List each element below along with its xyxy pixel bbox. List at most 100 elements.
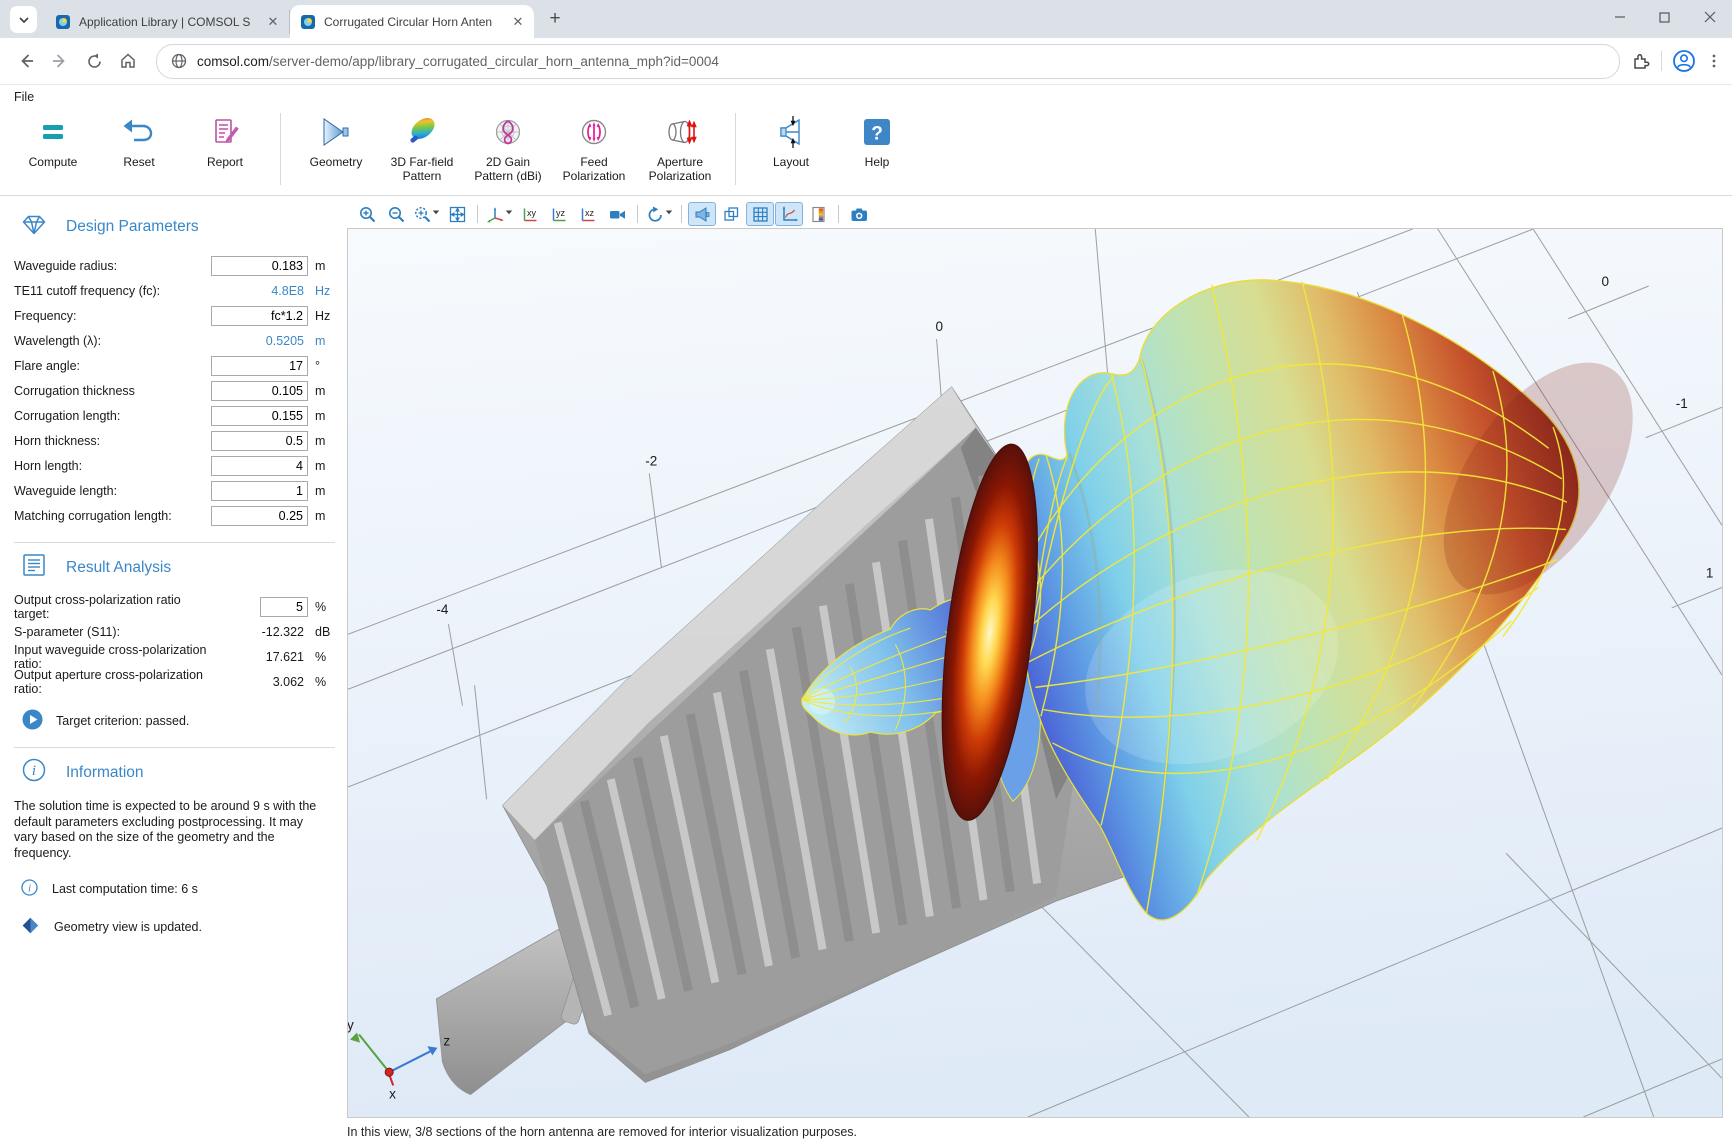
help-button[interactable]: ?Help — [834, 109, 920, 171]
file-menu[interactable]: File — [14, 90, 34, 104]
minimize-button[interactable] — [1597, 0, 1642, 34]
flare-angle-input[interactable] — [211, 356, 308, 376]
reset-button[interactable]: Reset — [96, 109, 182, 171]
horn-length-unit: m — [315, 459, 341, 473]
input-waveguide-cross-polarization-ratio-row: Input waveguide cross-polarization ratio… — [14, 644, 347, 669]
menu-kebab-icon[interactable] — [1706, 53, 1722, 69]
frequency-unit: Hz — [315, 309, 341, 323]
zoom-in-button[interactable] — [353, 202, 381, 226]
ribbon-button-label: Report — [207, 155, 243, 169]
target-criterion-text: Target criterion: passed. — [56, 714, 189, 728]
output-cross-polarization-ratio-target-input[interactable] — [260, 597, 308, 617]
corrugation-length-row: Corrugation length:m — [14, 403, 347, 428]
geometry-icon — [318, 111, 354, 153]
tab-corrugated-horn[interactable]: Corrugated Circular Horn Anten ✕ — [290, 5, 534, 38]
s-parameter-s11-unit: dB — [315, 625, 341, 639]
help-icon: ? — [859, 111, 895, 153]
flare-angle-label: Flare angle: — [14, 359, 211, 373]
ribbon-button-label: Geometry — [310, 155, 363, 169]
corrugation-thickness-input[interactable] — [211, 381, 308, 401]
report-button[interactable]: Report — [182, 109, 268, 171]
new-tab-button[interactable]: + — [542, 6, 568, 32]
waveguide-length-row: Waveguide length:m — [14, 478, 347, 503]
transparency-button[interactable] — [717, 202, 745, 226]
wavelength-label: Wavelength (λ): — [14, 334, 211, 348]
zoom-box-button[interactable] — [411, 202, 442, 226]
close-window-button[interactable] — [1687, 0, 1732, 34]
input-waveguide-cross-polarization-ratio-value-cell: 17.621 — [211, 650, 308, 664]
far-field-3d-button[interactable]: 3D Far-fieldPattern — [379, 109, 465, 185]
ribbon-button-label: 3D Far-fieldPattern — [391, 155, 454, 183]
geometry-button[interactable]: Geometry — [293, 109, 379, 171]
feed-polarization-button[interactable]: FeedPolarization — [551, 109, 637, 185]
layout-button[interactable]: Layout — [748, 109, 834, 171]
waveguide-length-input[interactable] — [211, 481, 308, 501]
rotate-button[interactable] — [644, 202, 675, 226]
view-yz-button[interactable]: yz — [545, 202, 573, 226]
profile-avatar[interactable] — [1672, 49, 1696, 73]
url-text: comsol.com/server-demo/app/library_corru… — [197, 54, 719, 69]
matching-corrugation-length-unit: m — [315, 509, 341, 523]
tab-title: Application Library | COMSOL S — [79, 15, 257, 29]
caret-down-icon — [432, 203, 440, 226]
gain-2d-button[interactable]: 2D GainPattern (dBi) — [465, 109, 551, 185]
te11-cutoff-frequency-row: TE11 cutoff frequency (fc):4.8E8Hz — [14, 278, 347, 303]
compute-button[interactable]: Compute — [10, 109, 96, 171]
view-xz-button[interactable]: xz — [574, 202, 602, 226]
input-waveguide-cross-polarization-ratio-unit: % — [315, 650, 341, 664]
graphics-toolbar-separator — [637, 205, 638, 223]
tab-search-button[interactable] — [10, 6, 37, 33]
target-criterion-row: Target criterion: passed. — [22, 709, 347, 733]
output-aperture-cross-polarization-ratio-row: Output aperture cross-polarization ratio… — [14, 669, 347, 694]
compute-icon — [35, 111, 71, 153]
comsol-favicon-icon — [55, 14, 71, 30]
output-aperture-cross-polarization-ratio-label: Output aperture cross-polarization ratio… — [14, 668, 211, 696]
corrugation-length-input[interactable] — [211, 406, 308, 426]
forward-icon — [51, 52, 69, 70]
show-axes-button[interactable] — [775, 202, 803, 226]
graphics-viewport-3d[interactable]: 0 -2 -4 0 -1 1 — [347, 228, 1723, 1118]
tab-close-icon[interactable]: ✕ — [510, 14, 526, 30]
horn-length-row: Horn length: m — [14, 453, 347, 478]
reload-button[interactable] — [78, 45, 110, 77]
waveguide-radius-input[interactable] — [211, 256, 308, 276]
aperture-polarization-button[interactable]: AperturePolarization — [637, 109, 723, 185]
maximize-button[interactable] — [1642, 0, 1687, 34]
movie-button[interactable] — [603, 202, 631, 226]
zoom-extents-button[interactable] — [443, 202, 471, 226]
grid-button[interactable] — [746, 202, 774, 226]
browser-actions — [1632, 49, 1722, 73]
caret-down-icon — [665, 203, 673, 226]
browser-window: Application Library | COMSOL S ✕ Corruga… — [0, 0, 1732, 1145]
url-bar[interactable]: comsol.com/server-demo/app/library_corru… — [156, 44, 1620, 79]
ribbon-separator — [735, 113, 736, 185]
horn-length-label: Horn length: — [14, 459, 211, 473]
information-icon: i — [21, 757, 47, 788]
zoom-out-button[interactable] — [382, 202, 410, 226]
view-xy-button[interactable]: xy — [516, 202, 544, 226]
go-to-view-button[interactable] — [484, 202, 515, 226]
matching-corrugation-length-input[interactable] — [211, 506, 308, 526]
tab-application-library[interactable]: Application Library | COMSOL S ✕ — [45, 10, 290, 34]
information-header: i Information — [21, 757, 347, 788]
extensions-icon[interactable] — [1632, 52, 1651, 71]
s-parameter-s11-value-cell: -12.322 — [211, 625, 308, 639]
matching-corrugation-length-value-cell — [211, 506, 308, 526]
reload-icon — [86, 53, 103, 70]
horn-thickness-input[interactable] — [211, 431, 308, 451]
frequency-value-cell — [211, 306, 308, 326]
result-analysis-icon — [21, 552, 47, 583]
back-button[interactable] — [10, 45, 42, 77]
axis-tick-label: 0 — [1601, 274, 1609, 289]
back-icon — [17, 52, 35, 70]
ribbon-button-label: Compute — [29, 155, 78, 169]
home-button[interactable] — [112, 45, 144, 77]
snapshot-button[interactable] — [845, 202, 873, 226]
axis-tick-label: 0 — [936, 319, 944, 334]
horn-length-input[interactable] — [211, 456, 308, 476]
forward-button[interactable] — [44, 45, 76, 77]
tab-close-icon[interactable]: ✕ — [265, 14, 281, 30]
color-legend-button[interactable] — [804, 202, 832, 226]
show-geometry-button[interactable] — [688, 202, 716, 226]
frequency-input[interactable] — [211, 306, 308, 326]
